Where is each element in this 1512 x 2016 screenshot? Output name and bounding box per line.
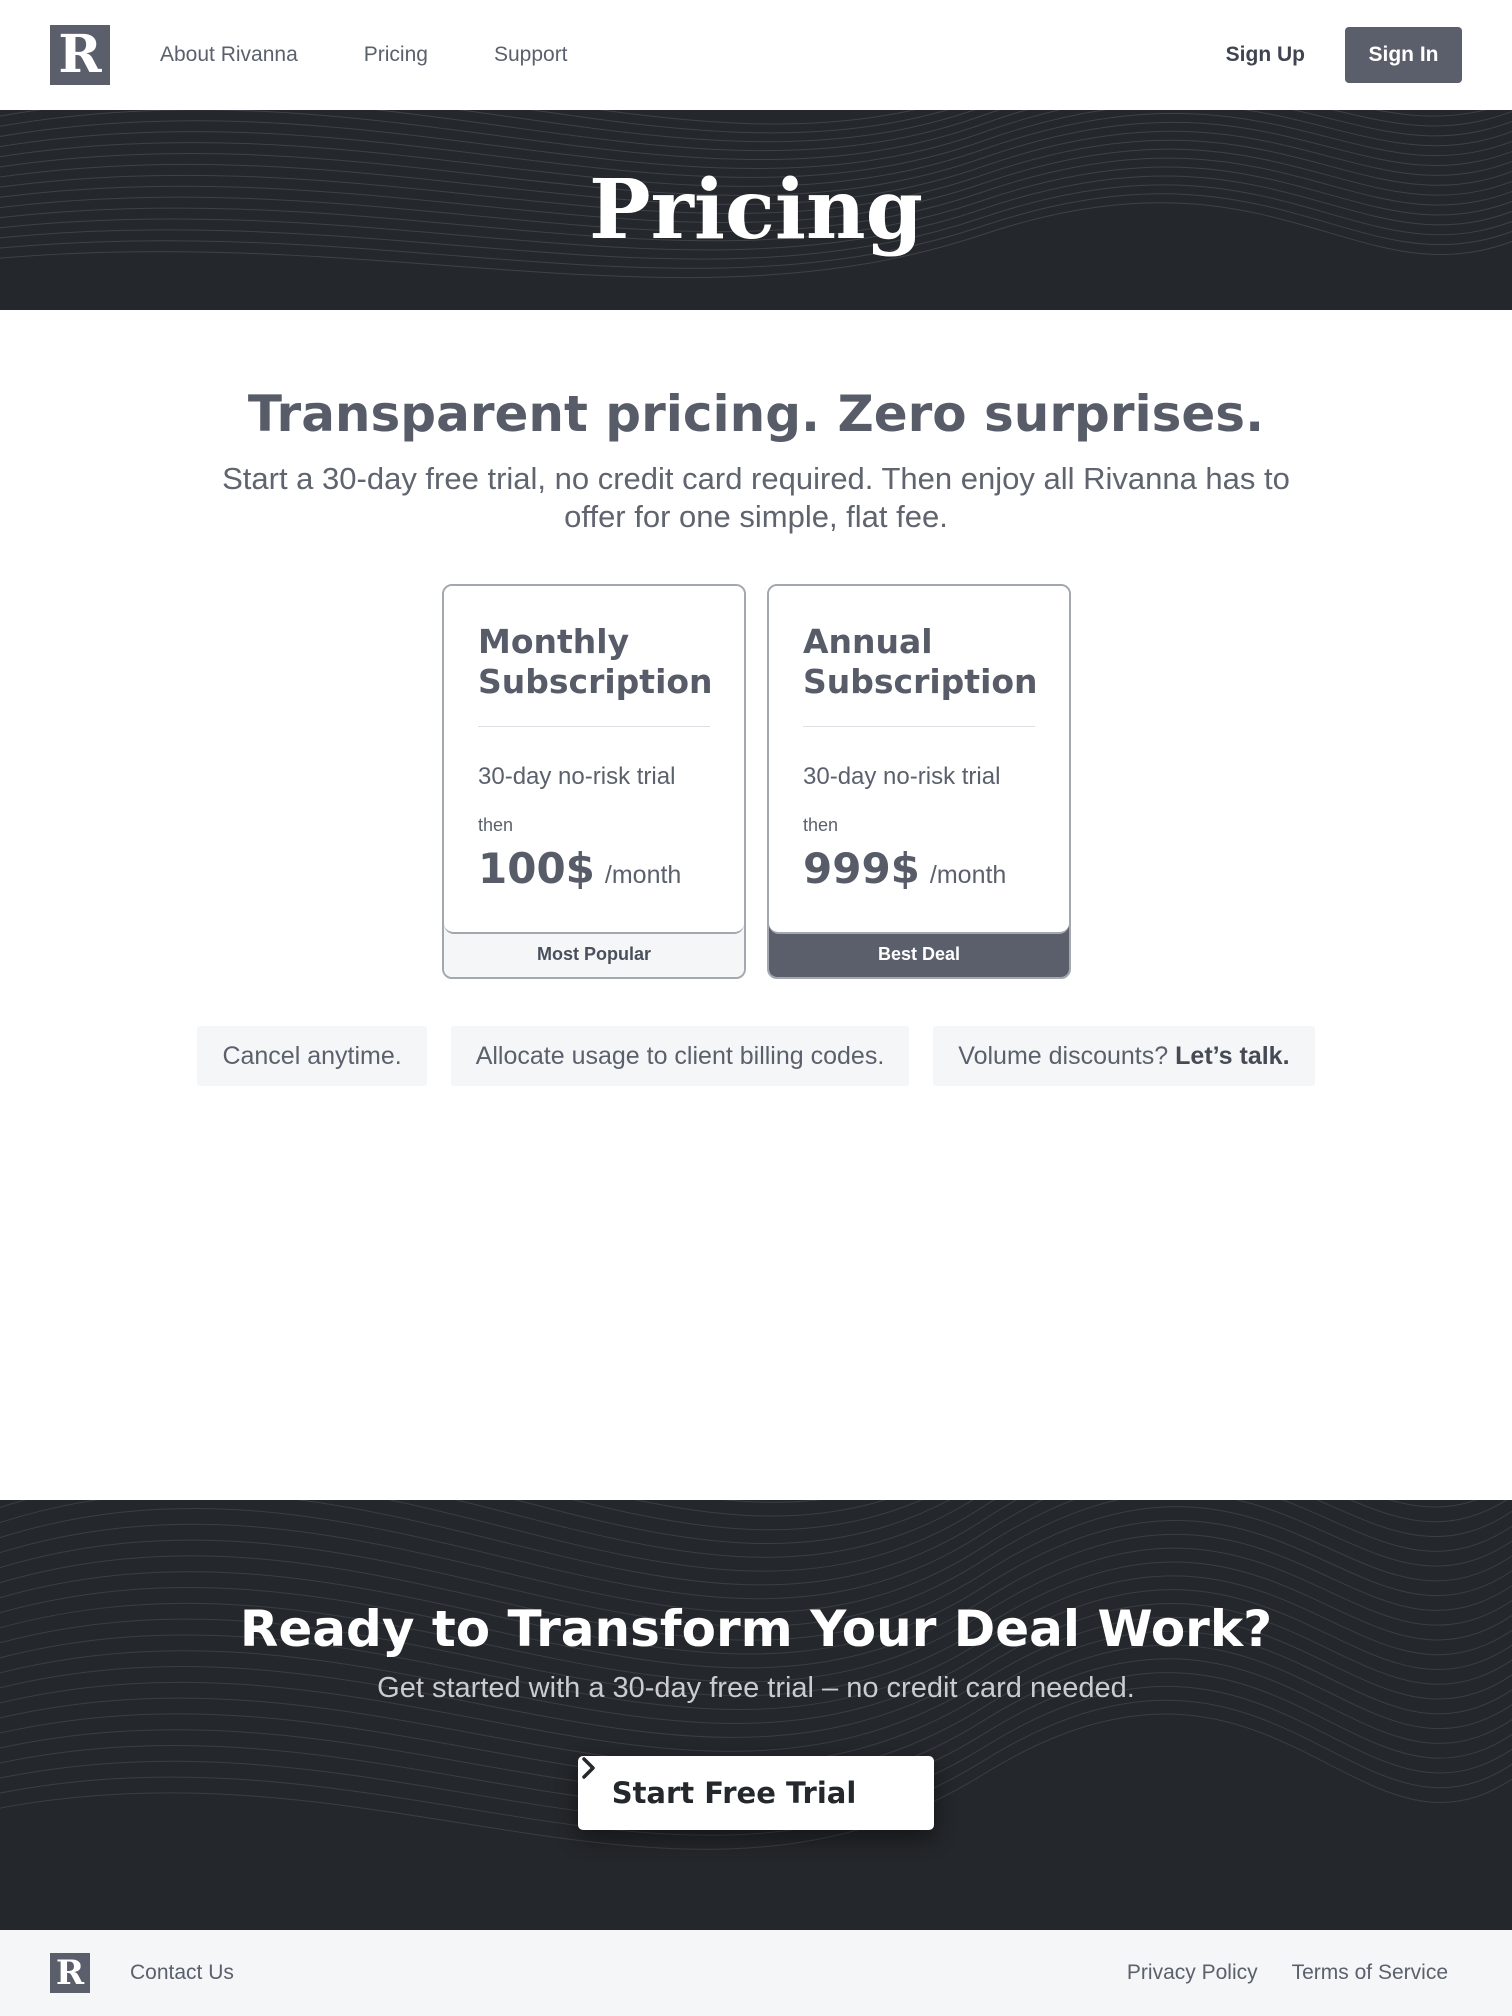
contact-us-link[interactable]: Contact Us [130, 1961, 234, 1985]
main-nav: About Rivanna Pricing Support [160, 43, 634, 67]
pricing-subtext: Start a 30-day free trial, no credit car… [222, 461, 1290, 534]
billing-codes-chip: Allocate usage to client billing codes. [450, 1026, 910, 1086]
pricing-headline: Transparent pricing. Zero surprises. [247, 385, 1265, 443]
wave-line [0, 110, 1487, 152]
plan-title: Annual Subscription [803, 622, 1038, 727]
hero-banner: Pricing [0, 110, 1512, 310]
plan-period: /month [604, 861, 682, 889]
wave-line [514, 1500, 950, 1544]
plan-card-body: Monthly Subscription 30-day no-risk tria… [444, 586, 744, 934]
wave-line [458, 110, 976, 143]
plan-trial: 30-day no-risk trial [478, 763, 676, 790]
privacy-policy-link[interactable]: Privacy Policy [1127, 1961, 1258, 1985]
lets-talk-link[interactable]: Let’s talk. [1175, 1042, 1289, 1071]
chip-text: Allocate usage to client billing codes. [475, 1041, 885, 1070]
plan-price-row: 100$ /month [478, 844, 710, 893]
cta-banner: Ready to Transform Your Deal Work? Get s… [0, 1500, 1512, 1930]
plan-price-row: 999$ /month [803, 844, 1035, 893]
monthly-plan-card[interactable]: Monthly Subscription 30-day no-risk tria… [442, 584, 746, 979]
plan-title: Monthly Subscription [478, 622, 713, 727]
nav-pricing[interactable]: Pricing [364, 43, 428, 67]
plan-card-body: Annual Subscription 30-day no-risk trial… [769, 586, 1069, 934]
page-footer: R Contact Us Privacy Policy Terms of Ser… [0, 1930, 1512, 2016]
plan-then: then [478, 815, 514, 835]
plan-price: 100$ [478, 844, 595, 893]
chip-text: Volume discounts? [958, 1041, 1169, 1070]
footer-logo[interactable]: R [50, 1953, 90, 1993]
wave-line [454, 1500, 974, 1558]
volume-discounts-chip: Volume discounts? Let’s talk. [933, 1026, 1315, 1086]
page-title: Pricing [588, 162, 924, 258]
cta-title: Ready to Transform Your Deal Work? [239, 1600, 1273, 1658]
plan-then: then [803, 815, 839, 835]
chevron-right-icon [582, 1757, 900, 1805]
footer-links: Privacy Policy Terms of Service [1093, 1961, 1448, 1985]
button-label: Start Free Trial [611, 1776, 857, 1810]
terms-of-service-link[interactable]: Terms of Service [1292, 1961, 1448, 1985]
start-free-trial-button[interactable]: Start Free Trial [578, 1756, 934, 1830]
plan-period: /month [929, 861, 1007, 889]
top-navigation-bar: R About Rivanna Pricing Support Sign Up … [0, 0, 1512, 110]
wave-line [0, 1500, 1477, 1572]
sign-up-link[interactable]: Sign Up [1226, 43, 1305, 67]
sign-in-button[interactable]: Sign In [1345, 27, 1462, 83]
cta-wave-pattern [0, 1500, 1512, 1850]
nav-support[interactable]: Support [494, 43, 568, 67]
cta-subtitle: Get started with a 30-day free trial – n… [377, 1672, 1135, 1704]
chip-text: Cancel anytime. [222, 1041, 402, 1070]
cancel-anytime-chip: Cancel anytime. [197, 1026, 427, 1086]
rivanna-logo[interactable]: R [50, 25, 110, 85]
auth-actions: Sign Up Sign In [1226, 27, 1462, 83]
nav-about-rivanna[interactable]: About Rivanna [160, 43, 298, 67]
feature-chips: Cancel anytime. Allocate usage to client… [0, 1026, 1512, 1086]
annual-plan-card[interactable]: Annual Subscription 30-day no-risk trial… [767, 584, 1071, 979]
plan-trial: 30-day no-risk trial [803, 763, 1001, 790]
plan-price: 999$ [803, 844, 920, 893]
